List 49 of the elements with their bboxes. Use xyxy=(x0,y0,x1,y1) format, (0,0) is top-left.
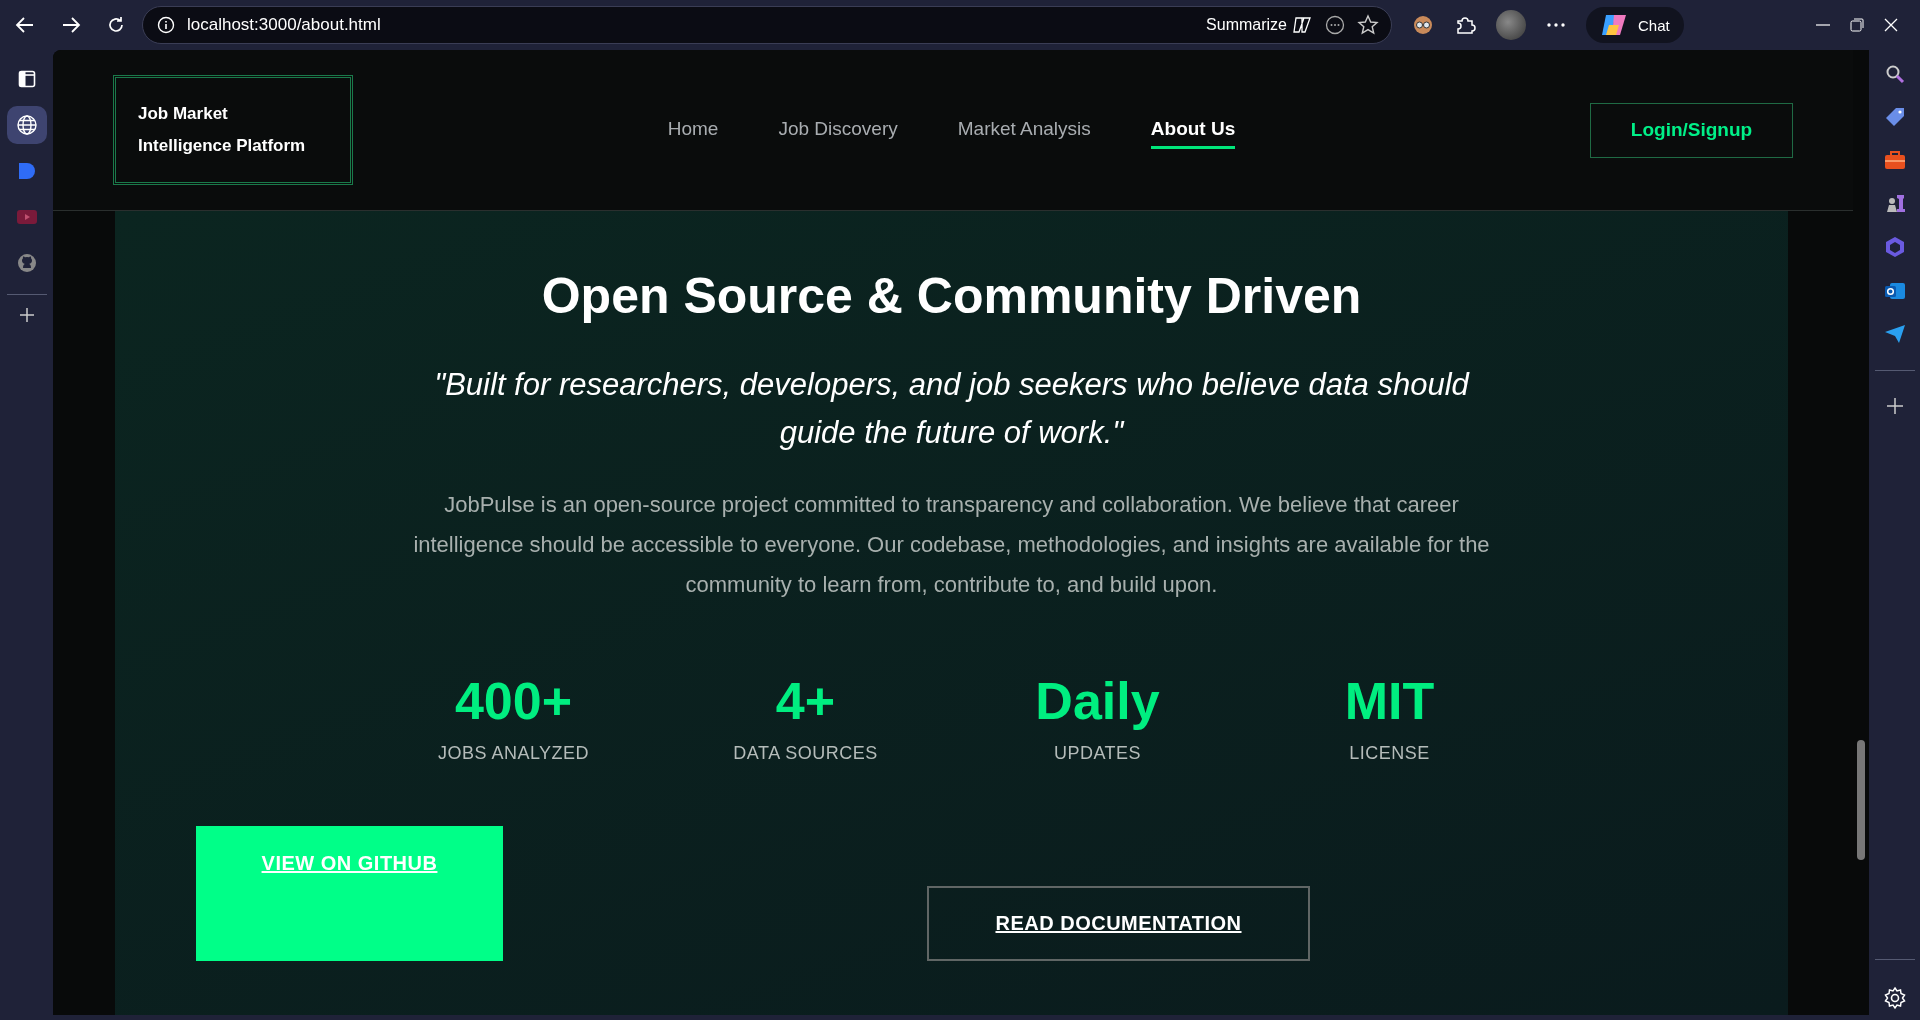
stat-label: UPDATES xyxy=(1053,743,1142,764)
nav-link[interactable]: Job Discovery xyxy=(778,111,898,149)
info-icon[interactable] xyxy=(157,16,175,34)
login-button[interactable]: Login/Signup xyxy=(1590,102,1793,158)
restore-icon[interactable] xyxy=(1850,18,1864,32)
video-icon xyxy=(16,210,37,224)
description: JobPulse is an open-source project committed to transparency and collaboration. We believe that career intelligence should be accessible to everyone. Our codebase, methodologies, and insights are available for the community to learn from, contribute to, and build upon. xyxy=(412,491,1491,599)
stat-value: Daily xyxy=(1035,671,1160,731)
puzzle-icon[interactable] xyxy=(1454,14,1476,36)
logo[interactable]: Job Market Intelligence Platform xyxy=(113,75,353,185)
hexagon-icon[interactable] xyxy=(1883,236,1906,258)
more-icon[interactable] xyxy=(1325,15,1345,35)
add-icon[interactable] xyxy=(1885,397,1904,415)
section-title: Open Source & Community Driven xyxy=(541,267,1362,325)
scrollbar[interactable] xyxy=(1853,50,1869,1015)
globe-icon xyxy=(15,114,38,136)
stat-label: LICENSE xyxy=(1349,743,1430,764)
toolbox-icon[interactable] xyxy=(1883,150,1906,170)
documentation-button[interactable]: READ DOCUMENTATION xyxy=(927,886,1310,961)
avatar[interactable] xyxy=(1496,10,1526,40)
github-icon xyxy=(16,253,37,273)
stat-value: 4+ xyxy=(775,671,836,731)
address-bar[interactable]: localhost:3000/about.html Summarize xyxy=(142,6,1392,44)
tabs-icon xyxy=(17,70,36,88)
stat-label: DATA SOURCES xyxy=(733,743,878,764)
reload-icon[interactable] xyxy=(106,15,126,35)
note-icon xyxy=(16,161,37,181)
mail-icon[interactable] xyxy=(1883,280,1906,302)
search-icon[interactable] xyxy=(1884,64,1905,84)
nav-link[interactable]: About Us xyxy=(1150,111,1236,149)
nav-link[interactable]: Market Analysis xyxy=(957,111,1091,149)
stat-value: 400+ xyxy=(454,671,573,731)
stat-value: MIT xyxy=(1344,671,1435,731)
sidebar-button[interactable] xyxy=(6,106,47,144)
quote: "Built for researchers, developers, and job seekers who believe data should guide the future of work." xyxy=(433,366,1471,452)
glasses-face-icon[interactable] xyxy=(1412,14,1434,36)
summarize-button[interactable]: Summarize xyxy=(1206,16,1287,34)
send-icon[interactable] xyxy=(1883,324,1906,344)
settings-icon[interactable] xyxy=(1882,986,1907,1010)
star-icon[interactable] xyxy=(1357,14,1379,36)
copilot-logo xyxy=(1600,13,1628,37)
copilot-icon[interactable] xyxy=(1291,15,1313,35)
more-icon[interactable] xyxy=(1546,22,1566,28)
nav-link[interactable]: Home xyxy=(667,111,719,149)
add-icon[interactable] xyxy=(18,307,35,323)
chat-button[interactable]: Chat xyxy=(1586,7,1684,43)
close-icon[interactable] xyxy=(1884,18,1898,32)
address-text: localhost:3000/about.html xyxy=(187,15,381,35)
stat-label: JOBS ANALYZED xyxy=(437,743,590,764)
